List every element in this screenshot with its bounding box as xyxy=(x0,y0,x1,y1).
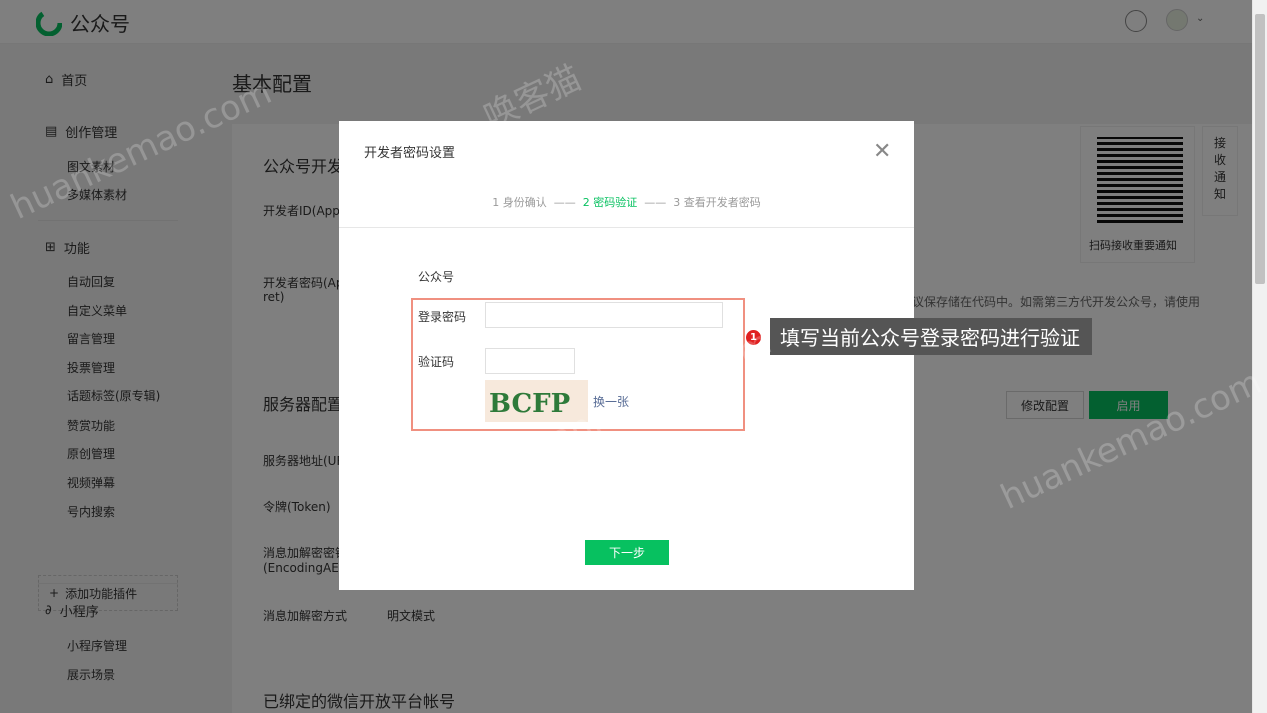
dialog-title: 开发者密码设置 xyxy=(364,146,456,161)
divider xyxy=(339,227,914,228)
account-label: 公众号 xyxy=(418,270,455,284)
scrollbar[interactable] xyxy=(1252,0,1267,713)
next-step-button[interactable]: 下一步 xyxy=(585,540,669,565)
step-sep: —— xyxy=(644,196,667,209)
callout-number: 1 xyxy=(746,330,761,345)
step-1: 1 身份确认 xyxy=(492,196,547,209)
step-indicator: 1 身份确认 —— 2 密码验证 —— 3 查看开发者密码 xyxy=(339,194,914,210)
step-2: 2 密码验证 xyxy=(582,196,638,209)
highlight-box xyxy=(411,298,745,431)
close-icon[interactable]: ✕ xyxy=(873,139,891,164)
callout-text: 填写当前公众号登录密码进行验证 xyxy=(770,318,1092,355)
step-3: 3 查看开发者密码 xyxy=(673,196,761,209)
scrollbar-thumb[interactable] xyxy=(1255,14,1265,284)
step-sep: —— xyxy=(553,196,576,209)
